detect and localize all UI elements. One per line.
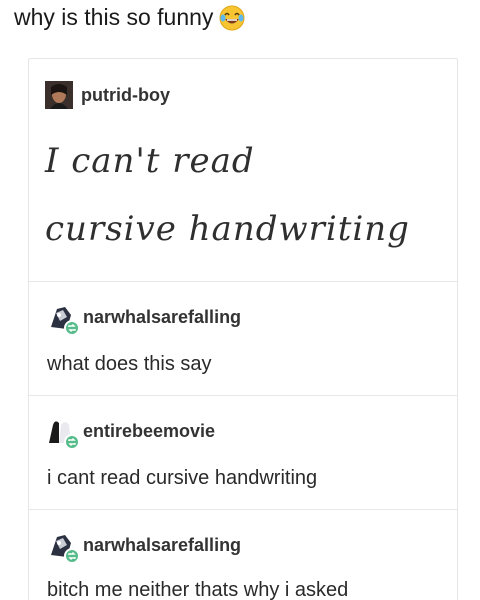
reblog-icon xyxy=(64,548,80,564)
reblog-post: narwhalsarefalling bitch me neither that… xyxy=(29,509,457,600)
username-link[interactable]: narwhalsarefalling xyxy=(83,535,241,556)
reblog-icon xyxy=(64,434,80,450)
avatar[interactable] xyxy=(45,81,73,109)
cursive-line-1: I can't read xyxy=(45,141,255,181)
avatar[interactable] xyxy=(47,303,80,336)
post-text: bitch me neither thats why i asked xyxy=(47,579,349,600)
tumblr-post-card: putrid-boy I can't read cursive handwrit… xyxy=(28,58,458,600)
post-text: i cant read cursive handwriting xyxy=(47,467,318,489)
reblog-post: entirebeemovie i cant read cursive handw… xyxy=(29,395,457,510)
username-link[interactable]: narwhalsarefalling xyxy=(83,307,241,328)
caption-text: why is this so funny xyxy=(14,4,214,30)
cursive-line-2: cursive handwriting xyxy=(45,209,410,249)
avatar[interactable] xyxy=(47,531,80,564)
username-link[interactable]: entirebeemovie xyxy=(83,421,215,442)
post-header: entirebeemovie xyxy=(47,417,215,450)
original-post: putrid-boy I can't read cursive handwrit… xyxy=(29,59,457,282)
username-link[interactable]: putrid-boy xyxy=(81,85,170,106)
post-header: putrid-boy xyxy=(45,81,170,109)
avatar[interactable] xyxy=(47,417,80,450)
avatar-image xyxy=(45,81,73,109)
meme-caption: why is this so funny xyxy=(14,4,245,31)
reblog-icon xyxy=(64,320,80,336)
reblog-post: narwhalsarefalling what does this say xyxy=(29,281,457,396)
post-header: narwhalsarefalling xyxy=(47,531,241,564)
laughing-tears-emoji-icon xyxy=(219,5,245,31)
post-header: narwhalsarefalling xyxy=(47,303,241,336)
post-text: what does this say xyxy=(47,353,212,375)
